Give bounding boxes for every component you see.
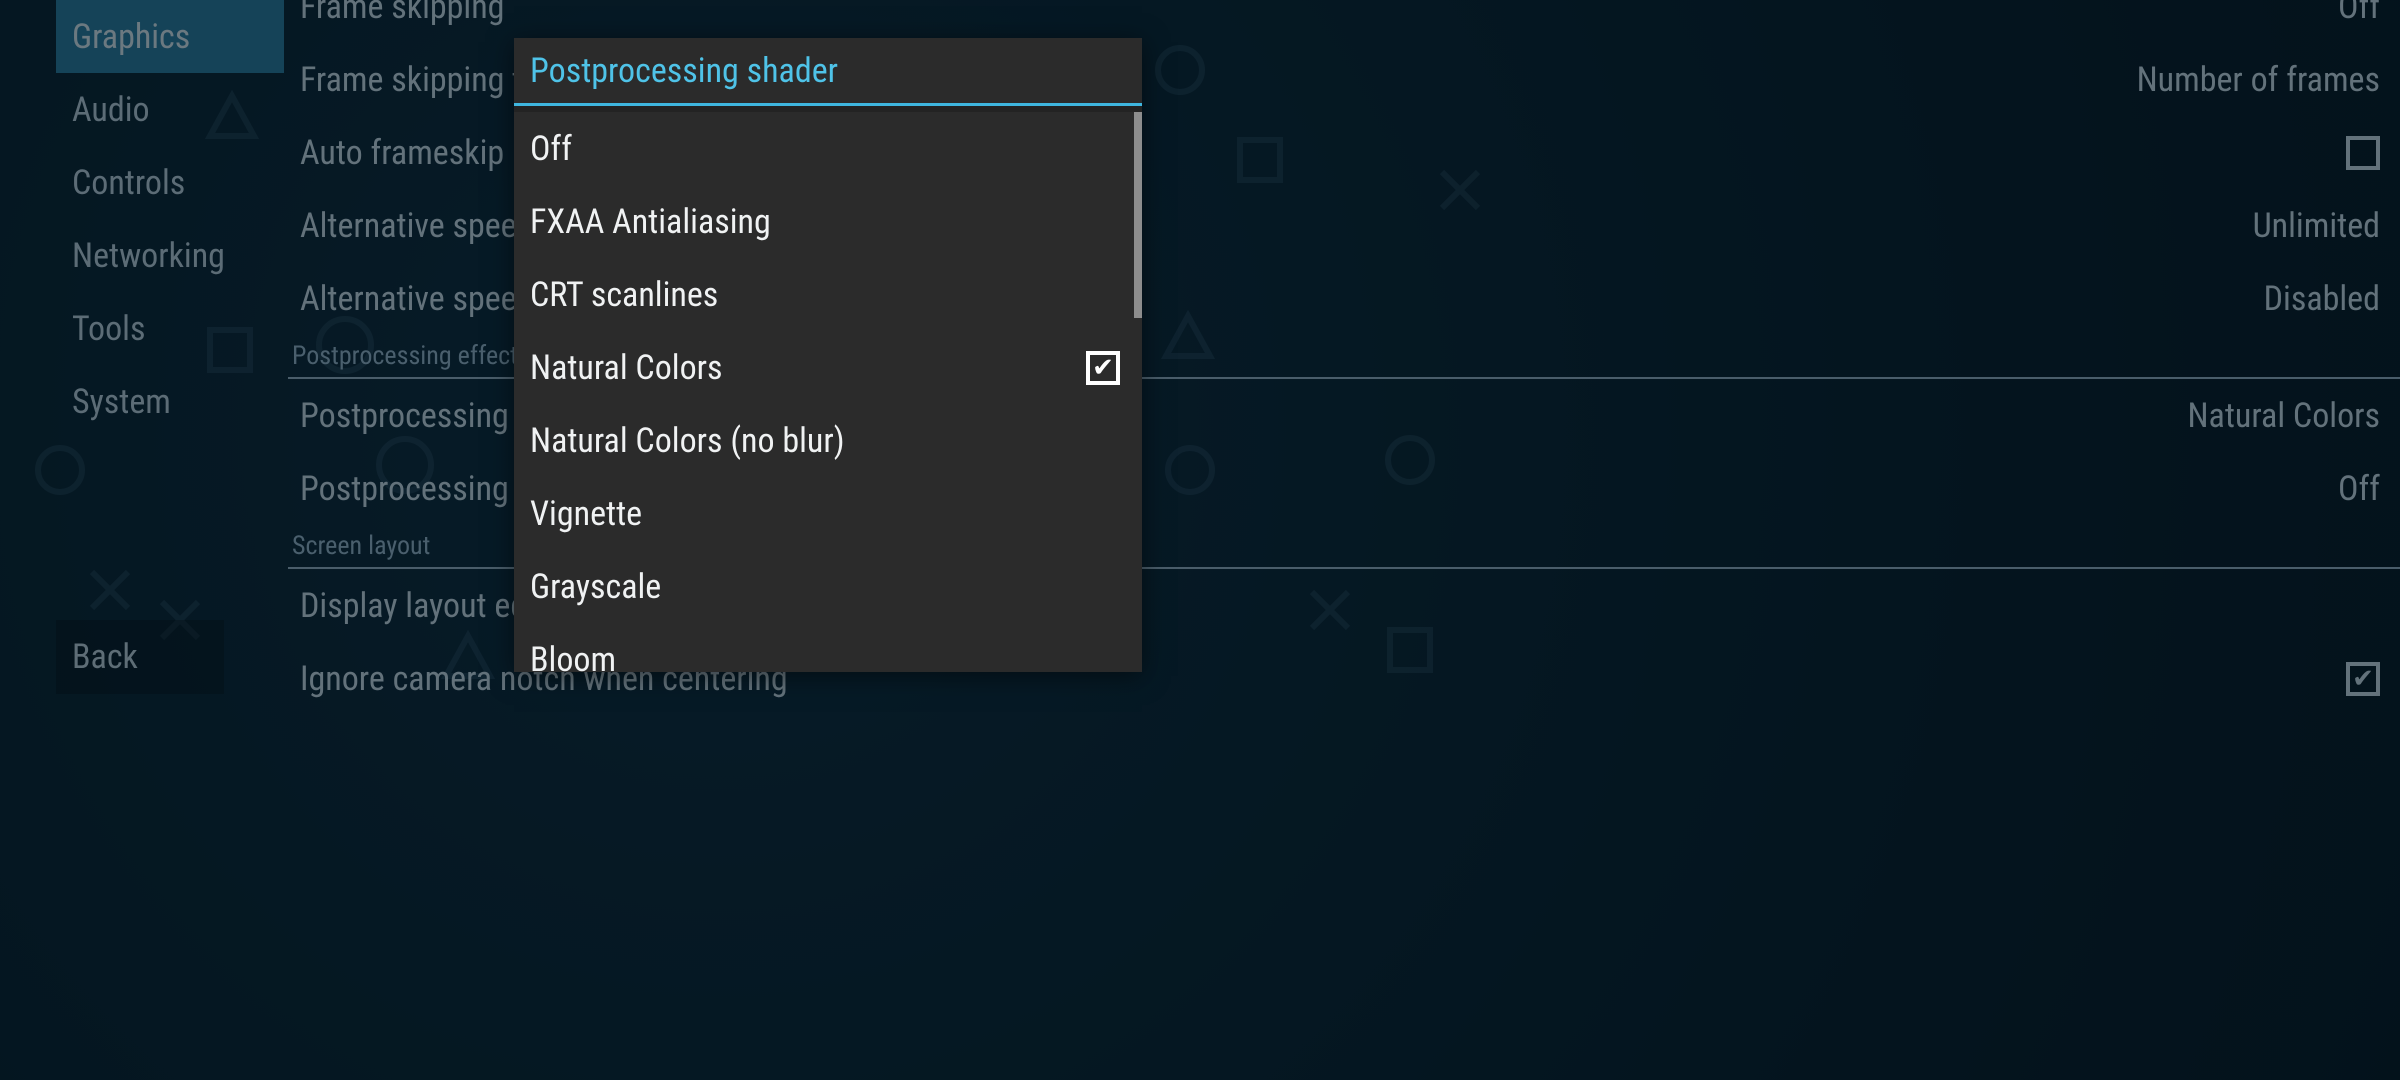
dialog-option-vignette[interactable]: Vignette	[514, 477, 1142, 550]
dialog-option-label: Natural Colors	[530, 348, 723, 388]
dialog-option-label: FXAA Antialiasing	[530, 202, 771, 242]
dialog-option-label: Grayscale	[530, 567, 661, 607]
dialog-option-crt-scanlines[interactable]: CRT scanlines	[514, 258, 1142, 331]
postprocessing-shader-dialog: Postprocessing shader Off FXAA Antialias…	[514, 38, 1142, 672]
dialog-option-fxaa[interactable]: FXAA Antialiasing	[514, 185, 1142, 258]
dialog-title-label: Postprocessing shader	[530, 51, 838, 91]
modal-backdrop[interactable]	[0, 0, 2400, 1080]
dialog-option-grayscale[interactable]: Grayscale	[514, 550, 1142, 623]
dialog-option-list[interactable]: Off FXAA Antialiasing CRT scanlines Natu…	[514, 112, 1142, 672]
dialog-title: Postprocessing shader	[514, 38, 1142, 106]
dialog-option-label: Vignette	[530, 494, 642, 534]
dialog-option-label: Bloom	[530, 640, 616, 673]
dialog-option-off[interactable]: Off	[514, 112, 1142, 185]
checkbox-checked-icon: ✔	[1086, 351, 1120, 385]
dialog-option-label: CRT scanlines	[530, 275, 718, 315]
dialog-option-natural-colors-no-blur[interactable]: Natural Colors (no blur)	[514, 404, 1142, 477]
dialog-option-natural-colors[interactable]: Natural Colors ✔	[514, 331, 1142, 404]
dialog-option-label: Off	[530, 129, 572, 169]
dialog-option-label: Natural Colors (no blur)	[530, 421, 845, 461]
dialog-option-bloom[interactable]: Bloom	[514, 623, 1142, 672]
dialog-scrollbar[interactable]	[1134, 112, 1142, 318]
